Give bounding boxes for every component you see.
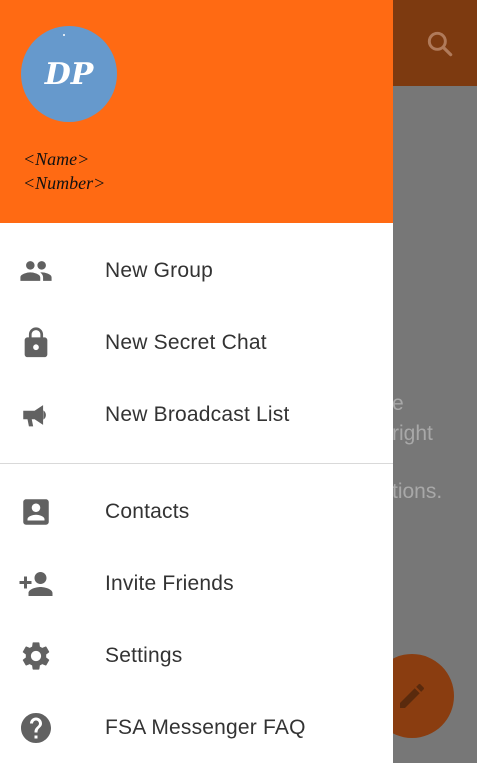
menu-item-faq[interactable]: FSA Messenger FAQ bbox=[0, 692, 393, 763]
megaphone-icon bbox=[18, 397, 54, 433]
background-text-line: right bbox=[392, 422, 433, 445]
help-icon bbox=[18, 710, 54, 746]
background-text-line: e bbox=[392, 392, 404, 415]
menu-item-new-broadcast-list[interactable]: New Broadcast List bbox=[0, 379, 393, 451]
avatar[interactable]: DP bbox=[21, 26, 117, 122]
contact-icon bbox=[18, 494, 54, 530]
menu-item-label: Contacts bbox=[105, 500, 190, 523]
background-text-line: tions. bbox=[392, 480, 443, 503]
avatar-initials: DP bbox=[44, 56, 94, 92]
menu-item-label: Invite Friends bbox=[105, 572, 234, 595]
menu-item-new-group[interactable]: New Group bbox=[0, 235, 393, 307]
menu-item-label: New Secret Chat bbox=[105, 331, 267, 354]
drawer-header: DP <Name> <Number> bbox=[0, 0, 393, 223]
add-person-icon bbox=[18, 566, 54, 602]
user-name: <Name> bbox=[23, 149, 90, 169]
lock-icon bbox=[18, 325, 54, 361]
pencil-icon bbox=[400, 683, 424, 708]
gear-icon bbox=[18, 638, 54, 674]
navigation-drawer: DP <Name> <Number> New Group New Secret … bbox=[0, 0, 393, 763]
user-number: <Number> bbox=[23, 173, 106, 193]
menu-item-label: New Group bbox=[105, 259, 214, 282]
avatar-dot bbox=[63, 34, 65, 36]
group-icon bbox=[18, 253, 54, 289]
menu-item-settings[interactable]: Settings bbox=[0, 620, 393, 692]
menu-item-invite-friends[interactable]: Invite Friends bbox=[0, 548, 393, 620]
menu-item-label: New Broadcast List bbox=[105, 403, 290, 426]
menu-divider bbox=[0, 463, 393, 464]
menu-item-new-secret-chat[interactable]: New Secret Chat bbox=[0, 307, 393, 379]
menu-item-label: FSA Messenger FAQ bbox=[105, 716, 306, 739]
menu-item-label: Settings bbox=[105, 644, 183, 667]
menu-item-contacts[interactable]: Contacts bbox=[0, 476, 393, 548]
search-icon[interactable] bbox=[424, 28, 456, 60]
